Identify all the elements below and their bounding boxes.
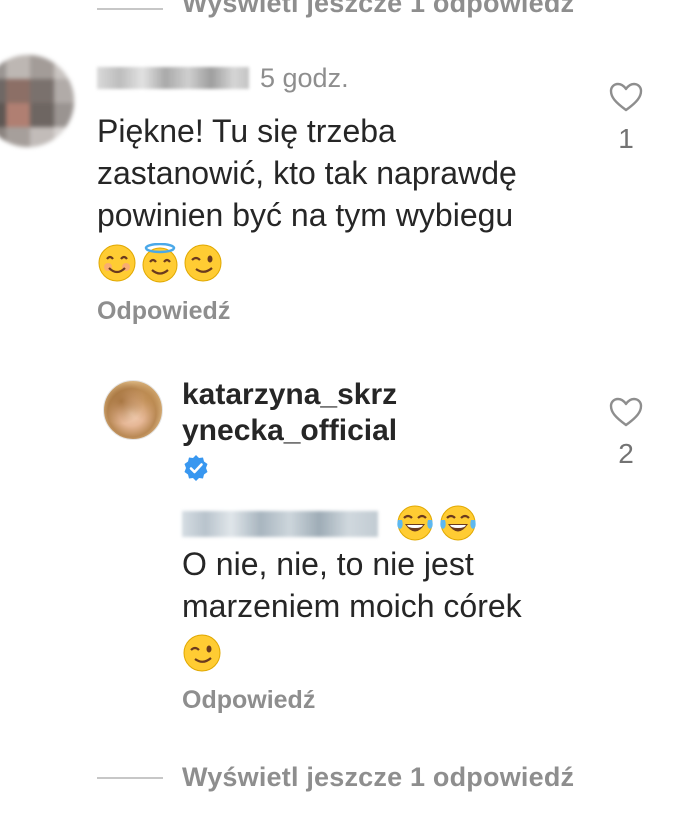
username-blurred[interactable] — [97, 67, 249, 89]
view-more-divider — [97, 8, 163, 10]
halo-face-emoji — [142, 243, 178, 283]
view-more-replies-link-top[interactable]: Wyświetl jeszcze 1 odpowiedź — [182, 0, 574, 19]
reply-button[interactable]: Odpowiedź — [182, 686, 315, 715]
username[interactable]: katarzyna_skrz ynecka_official — [182, 377, 502, 449]
view-more-replies-link-bottom[interactable]: Wyświetl jeszcze 1 odpowiedź — [182, 762, 574, 793]
smiling-face-emoji — [98, 244, 136, 282]
like-count: 1 — [618, 123, 634, 154]
tears-of-joy-emoji — [397, 505, 433, 541]
heart-icon[interactable] — [609, 82, 643, 112]
comment-text: Piękne! Tu się trzeba zastanowić, kto ta… — [97, 113, 517, 233]
comment-timestamp: 5 godz. — [260, 63, 349, 93]
avatar[interactable] — [103, 380, 163, 440]
heart-icon[interactable] — [609, 397, 643, 427]
verified-badge-icon — [184, 455, 208, 481]
view-more-divider — [97, 777, 163, 779]
like-count: 2 — [618, 438, 634, 469]
tears-of-joy-emoji — [440, 505, 476, 541]
avatar[interactable] — [0, 55, 74, 147]
mention-blurred[interactable] — [182, 511, 378, 537]
comment-text: O nie, nie, to nie jest marzeniem moich … — [182, 546, 522, 624]
winking-face-emoji — [184, 244, 222, 282]
winking-face-emoji — [183, 634, 221, 672]
reply-button[interactable]: Odpowiedź — [97, 297, 230, 326]
